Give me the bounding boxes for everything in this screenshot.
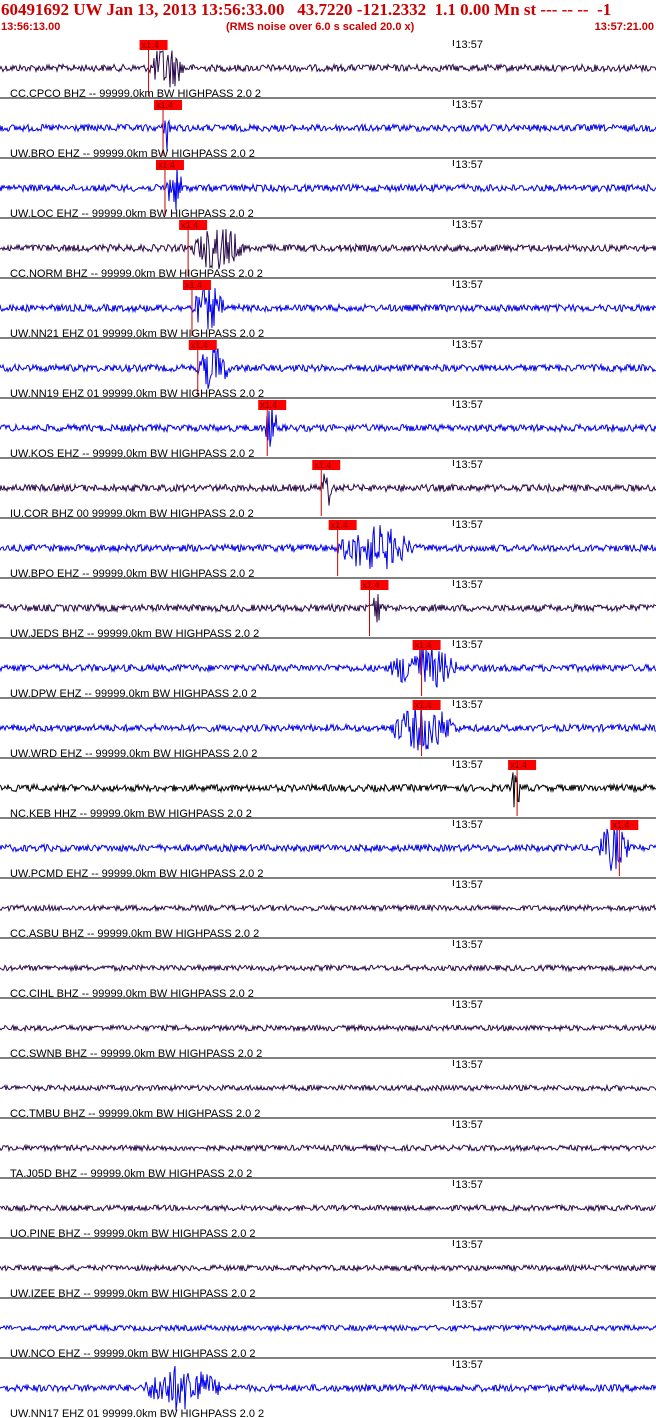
time-tick-label: 13:57 bbox=[455, 1059, 483, 1071]
waveform bbox=[0, 903, 656, 913]
pick-label: x1.4 bbox=[156, 100, 173, 110]
time-tick-label: 13:57 bbox=[455, 519, 483, 531]
trace-row: 13:57x1.4CC.CPCO BHZ -- 99999.0km BW HIG… bbox=[0, 39, 656, 100]
waveform bbox=[0, 705, 656, 751]
trace-row: 13:57 x1.4UW.PCMD EHZ -- 99999.0km BW HIG… bbox=[0, 817, 656, 880]
pick-label: x1.4 bbox=[314, 460, 331, 470]
pick-label: x1.4 bbox=[260, 400, 277, 410]
waveform bbox=[0, 594, 656, 623]
waveform bbox=[0, 1143, 656, 1153]
pick-label: x1.4 bbox=[158, 160, 175, 170]
waveform bbox=[0, 50, 656, 88]
waveform bbox=[0, 284, 656, 330]
time-tick-label: 13:57 bbox=[455, 699, 483, 711]
pick-label: x1.4 bbox=[181, 220, 198, 230]
end-time-label: 13:57:21.00 bbox=[594, 21, 654, 33]
trace-row: 13:57x1.4UW.BPO EHZ -- 99999.0km BW HIGH… bbox=[0, 517, 656, 580]
waveform bbox=[0, 646, 656, 688]
trace-row: 13:57CC.CIHL BHZ -- 99999.0km BW HIGHPAS… bbox=[0, 937, 656, 1000]
pick-label: x1.4 bbox=[185, 280, 202, 290]
trace-row: 13:57x1.4UW.LOC EHZ -- 99999.0km BW HIGH… bbox=[0, 157, 656, 220]
time-tick-label: 13:57 bbox=[455, 1119, 483, 1131]
time-tick-label: 13:57 bbox=[455, 759, 483, 771]
time-tick-label: 13:57 bbox=[455, 99, 483, 111]
pick-label: x1.4 bbox=[331, 520, 348, 530]
trace-row: 13:57x1.4UW.JEDS BHZ -- 99999.0km BW HIG… bbox=[0, 577, 656, 640]
trace-row: 13:57 x1.4NC.KEB HHZ -- 99999.0km BW HIGH… bbox=[0, 757, 656, 820]
trace-row: 13:57x1.4CC.NORM BHZ -- 99999.0km BW HIG… bbox=[0, 217, 656, 280]
time-tick-label: 13:57 bbox=[455, 639, 483, 651]
time-tick-label: 13:57 bbox=[455, 1239, 483, 1251]
pick-label: x1.4 bbox=[415, 700, 432, 710]
time-tick-label: 13:57 bbox=[455, 339, 483, 351]
time-tick-label: 13:57 bbox=[455, 1179, 483, 1191]
seismogram-panel: 13:57 x1.4 CC.CPCO BHZ -- 99999.0km BW HIG… bbox=[0, 38, 656, 1418]
trace-row: 13:57CC.SWNB BHZ -- 99999.0km BW HIGHPAS… bbox=[0, 997, 656, 1060]
time-tick-label: 13:57 bbox=[455, 219, 483, 231]
time-tick-label: 13:57 bbox=[455, 579, 483, 591]
trace-row: 13:57x1.4UW.NN19 EHZ 01 99999.0km BW HIG… bbox=[0, 337, 656, 400]
waveform bbox=[0, 1203, 656, 1213]
trace-row: 13:57CC.TMBU BHZ -- 99999.0km BW HIGHPAS… bbox=[0, 1057, 656, 1120]
seismogram-chart: 13:57x1.4CC.CPCO BHZ -- 99999.0km BW HIG… bbox=[0, 39, 656, 1418]
waveform bbox=[0, 525, 656, 570]
time-tick-label: 13:57 bbox=[455, 459, 483, 471]
start-time-label: 13:56:13.00 bbox=[1, 21, 61, 33]
waveform bbox=[0, 1366, 656, 1411]
waveform bbox=[0, 1263, 656, 1273]
waveform bbox=[0, 229, 656, 270]
trace-row: 13:57x1.4UW.NN21 EHZ 01 99999.0km BW HIG… bbox=[0, 277, 656, 340]
station-label: UW.NN17 EHZ 01 99999.0km BW HIGHPASS 2.0… bbox=[10, 1408, 264, 1418]
waveform bbox=[0, 772, 656, 808]
trace-row: 13:57x1.4UW.DPW EHZ -- 99999.0km BW HIGH… bbox=[0, 637, 656, 700]
time-tick-label: 13:57 bbox=[455, 819, 483, 831]
time-tick-label: 13:57 bbox=[455, 1359, 483, 1371]
time-tick-label: 13:57 bbox=[455, 939, 483, 951]
waveform bbox=[0, 166, 656, 211]
waveform bbox=[0, 1323, 656, 1333]
pick-label: x1.4 bbox=[191, 340, 208, 350]
time-tick-label: 13:57 bbox=[455, 159, 483, 171]
plot-header: 60491692 UW Jan 13, 2013 13:56:33.00 43.… bbox=[0, 0, 656, 38]
pick-label: x1.4 bbox=[415, 640, 432, 650]
time-tick-label: 13:57 bbox=[455, 1299, 483, 1311]
time-tick-label: 13:57 bbox=[455, 999, 483, 1011]
trace-row: 13:57x1.4IU.COR BHZ 00 99999.0km BW HIGH… bbox=[0, 457, 656, 520]
trace-row: 13:57TA.J05D BHZ -- 99999.0km BW HIGHPAS… bbox=[0, 1117, 656, 1180]
trace-row: 13:57UW.IZEE BHZ -- 99999.0km BW HIGHPAS… bbox=[0, 1237, 656, 1300]
waveform bbox=[0, 963, 656, 973]
trace-row: 13:57x1.4UW.KOS EHZ -- 99999.0km BW HIGH… bbox=[0, 397, 656, 460]
waveform bbox=[0, 404, 656, 447]
trace-row: 13:57x1.4UW.WRD EHZ -- 99999.0km BW HIGH… bbox=[0, 697, 656, 760]
time-tick-label: 13:57 bbox=[455, 399, 483, 411]
time-tick-label: 13:57 bbox=[455, 279, 483, 291]
waveform bbox=[0, 119, 656, 151]
pick-label: x1.4 bbox=[142, 40, 159, 50]
time-tick-label: 13:57 bbox=[455, 39, 483, 51]
pick-label: x1.4 bbox=[362, 580, 379, 590]
trace-row: 13:57 UW.NN17 EHZ 01 99999.0km BW HIGHPAS… bbox=[0, 1357, 656, 1418]
event-title: 60491692 UW Jan 13, 2013 13:56:33.00 43.… bbox=[1, 0, 612, 19]
trace-row: 13:57CC.ASBU BHZ -- 99999.0km BW HIGHPAS… bbox=[0, 877, 656, 940]
waveform bbox=[0, 1023, 656, 1033]
waveform bbox=[0, 826, 656, 871]
time-tick-label: 13:57 bbox=[455, 879, 483, 891]
scale-note: (RMS noise over 6.0 s scaled 20.0 x) bbox=[226, 21, 415, 33]
trace-row: 13:57UW.NCO EHZ -- 99999.0km BW HIGHPASS… bbox=[0, 1297, 656, 1360]
waveform bbox=[0, 473, 656, 506]
waveform bbox=[0, 1083, 656, 1093]
trace-row: 13:57x1.4UW.BRO EHZ -- 99999.0km BW HIGH… bbox=[0, 97, 656, 160]
pick-label: x1.4 bbox=[510, 760, 527, 770]
pick-label: x1.4 bbox=[612, 820, 629, 830]
waveform bbox=[0, 347, 656, 389]
trace-row: 13:57UO.PINE BHZ -- 99999.0km BW HIGHPAS… bbox=[0, 1177, 656, 1240]
